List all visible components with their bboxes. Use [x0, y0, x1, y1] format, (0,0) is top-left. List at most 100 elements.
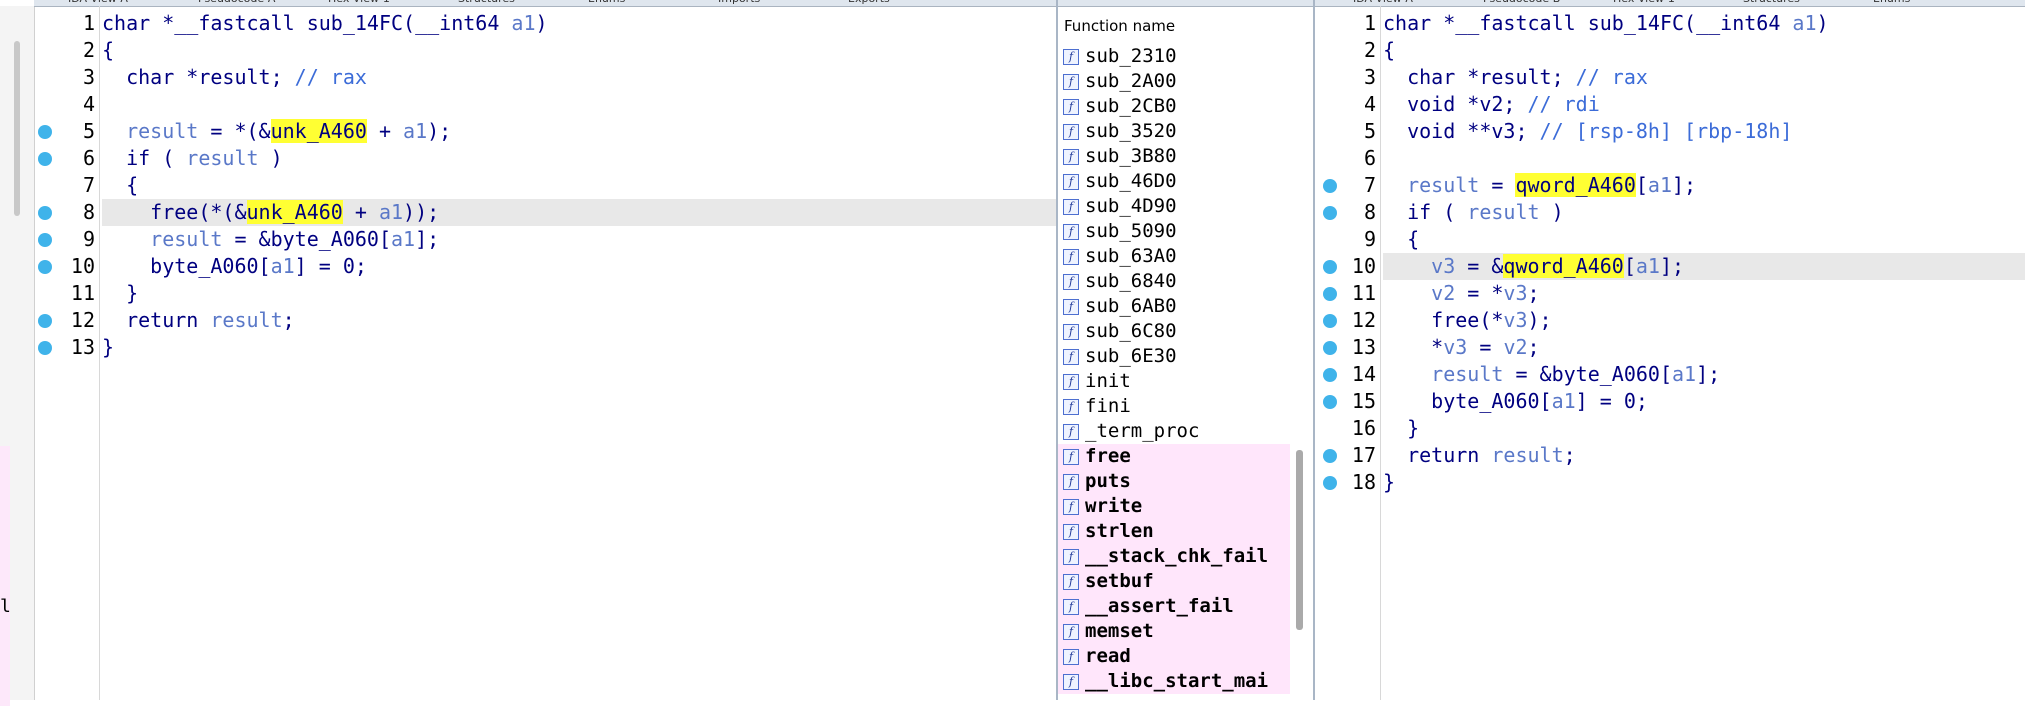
code-token[interactable]: { — [1383, 38, 1395, 62]
code-token[interactable]: ] = 0; — [295, 254, 367, 278]
code-line[interactable]: free(*v3); — [1383, 307, 2025, 334]
code-token[interactable]: [ — [1624, 254, 1636, 278]
code-token[interactable]: ) — [1817, 11, 1829, 35]
code-token[interactable]: } — [1383, 470, 1395, 494]
left-edge-scrollbar[interactable] — [14, 41, 20, 216]
code-token[interactable]: a1 — [391, 227, 415, 251]
breakpoint-dot-icon[interactable] — [38, 341, 52, 355]
code-line[interactable]: byte_A060[a1] = 0; — [102, 253, 1056, 280]
code-token[interactable]: char *result; — [1383, 65, 1576, 89]
code-token[interactable]: = * — [1455, 281, 1503, 305]
code-token[interactable]: = & — [1455, 254, 1503, 278]
breakpoint-dot-icon[interactable] — [1323, 449, 1337, 463]
breakpoint-dot-icon[interactable] — [1323, 368, 1337, 382]
code-line[interactable] — [1383, 145, 2025, 172]
breakpoint-dot-icon[interactable] — [38, 206, 52, 220]
function-list-item[interactable]: f init — [1058, 369, 1290, 394]
code-line[interactable]: free(*(&unk_A460 + a1)); — [102, 199, 1056, 226]
code-line[interactable]: } — [1383, 415, 2025, 442]
function-list-item[interactable]: f _term_proc — [1058, 419, 1290, 444]
code-token[interactable]: = &byte_A060[ — [1503, 362, 1672, 386]
code-token[interactable]: ]; — [1672, 173, 1696, 197]
code-token[interactable]: v2 — [1383, 281, 1455, 305]
code-token[interactable]: a1 — [1648, 173, 1672, 197]
code-line[interactable]: { — [102, 172, 1056, 199]
breakpoint-dot-icon[interactable] — [1323, 476, 1337, 490]
code-token[interactable]: free(*(& — [102, 200, 246, 224]
code-token[interactable]: char *__fastcall sub_14FC( — [102, 11, 415, 35]
code-token[interactable]: { — [1383, 227, 1419, 251]
code-line[interactable]: byte_A060[a1] = 0; — [1383, 388, 2025, 415]
code-line[interactable]: return result; — [102, 307, 1056, 334]
code-line[interactable]: } — [1383, 469, 2025, 496]
code-token[interactable]: = — [1467, 335, 1503, 359]
code-token[interactable]: a1 — [271, 254, 295, 278]
function-list-item[interactable]: f strlen — [1058, 519, 1290, 544]
code-token[interactable]: a1 — [1792, 11, 1816, 35]
functions-scrollbar-thumb[interactable] — [1296, 450, 1303, 630]
code-line[interactable]: v3 = &qword_A460[a1]; — [1383, 253, 2025, 280]
function-list-item[interactable]: f sub_6C80 — [1058, 319, 1290, 344]
code-token[interactable]: void *v2; — [1383, 92, 1528, 116]
code-token[interactable]: { — [102, 173, 138, 197]
code-line[interactable]: void *v2; // rdi — [1383, 91, 2025, 118]
highlighted-identifier[interactable]: qword_A460 — [1503, 254, 1624, 278]
code-token[interactable]: } — [102, 335, 114, 359]
code-line[interactable]: result = qword_A460[a1]; — [1383, 172, 2025, 199]
code-token[interactable]: ; — [1564, 443, 1576, 467]
function-list-item[interactable]: f sub_6840 — [1058, 269, 1290, 294]
code-line[interactable]: char *result; // rax — [102, 64, 1056, 91]
code-line[interactable]: v2 = *v3; — [1383, 280, 2025, 307]
functions-window[interactable]: Function name f sub_2310 f sub_2A00 f sub_2CB… — [1056, 0, 1315, 700]
code-token[interactable]: free(* — [1383, 308, 1503, 332]
code-token[interactable]: } — [102, 281, 138, 305]
code-token[interactable]: [ — [1636, 173, 1648, 197]
code-token[interactable]: a1 — [1672, 362, 1696, 386]
code-token[interactable]: result — [186, 146, 258, 170]
code-token[interactable]: result — [1491, 443, 1563, 467]
function-list-item[interactable]: f memset — [1058, 619, 1290, 644]
code-token[interactable]: v3 — [1443, 335, 1467, 359]
code-token[interactable]: ; — [283, 308, 295, 332]
code-token[interactable]: v3 — [1503, 281, 1527, 305]
code-line[interactable]: } — [102, 334, 1056, 361]
code-token[interactable]: = &byte_A060[ — [222, 227, 391, 251]
code-token[interactable]: a1 — [379, 200, 403, 224]
function-list-item[interactable]: f sub_3520 — [1058, 119, 1290, 144]
highlighted-identifier[interactable]: unk_A460 — [270, 119, 367, 143]
code-line[interactable]: result = &byte_A060[a1]; — [1383, 361, 2025, 388]
function-list-item[interactable]: f sub_46D0 — [1058, 169, 1290, 194]
breakpoint-dot-icon[interactable] — [1323, 395, 1337, 409]
code-token[interactable]: v3 — [1383, 254, 1455, 278]
code-line[interactable]: result = &byte_A060[a1]; — [102, 226, 1056, 253]
code-token[interactable]: if ( — [1383, 200, 1467, 224]
code-token[interactable]: char *result; — [102, 65, 295, 89]
code-token[interactable]: ) — [259, 146, 283, 170]
code-token[interactable]: __int64 — [415, 11, 511, 35]
code-token[interactable]: result — [102, 227, 222, 251]
breakpoint-dot-icon[interactable] — [38, 152, 52, 166]
code-token[interactable]: ) — [1540, 200, 1564, 224]
code-token[interactable]: ; — [1528, 335, 1540, 359]
function-list-item[interactable]: f sub_6E30 — [1058, 344, 1290, 369]
pseudocode-pane-left[interactable]: 1 char *__fastcall sub_14FC(__int64 a1) 2 {… — [35, 6, 1056, 700]
code-line[interactable]: { — [1383, 37, 2025, 64]
code-token[interactable]: ); — [1528, 308, 1552, 332]
code-token[interactable]: v3 — [1503, 308, 1527, 332]
function-list-item[interactable]: f sub_5090 — [1058, 219, 1290, 244]
function-list-item[interactable]: f sub_2A00 — [1058, 69, 1290, 94]
code-token[interactable]: byte_A060[ — [1383, 389, 1551, 413]
code-token[interactable]: a1 — [403, 119, 427, 143]
code-token[interactable]: char *__fastcall sub_14FC( — [1383, 11, 1696, 35]
code-token[interactable]: result — [1383, 362, 1503, 386]
code-line[interactable]: *v3 = v2; — [1383, 334, 2025, 361]
code-token[interactable]: } — [1383, 416, 1419, 440]
breakpoint-dot-icon[interactable] — [1323, 260, 1337, 274]
code-token[interactable]: void **v3; — [1383, 119, 1540, 143]
code-line[interactable]: } — [102, 280, 1056, 307]
code-token[interactable]: + — [343, 200, 379, 224]
code-token[interactable]: return — [1383, 443, 1491, 467]
function-list-item[interactable]: f sub_2310 — [1058, 44, 1290, 69]
breakpoint-dot-icon[interactable] — [38, 233, 52, 247]
breakpoint-dot-icon[interactable] — [1323, 341, 1337, 355]
